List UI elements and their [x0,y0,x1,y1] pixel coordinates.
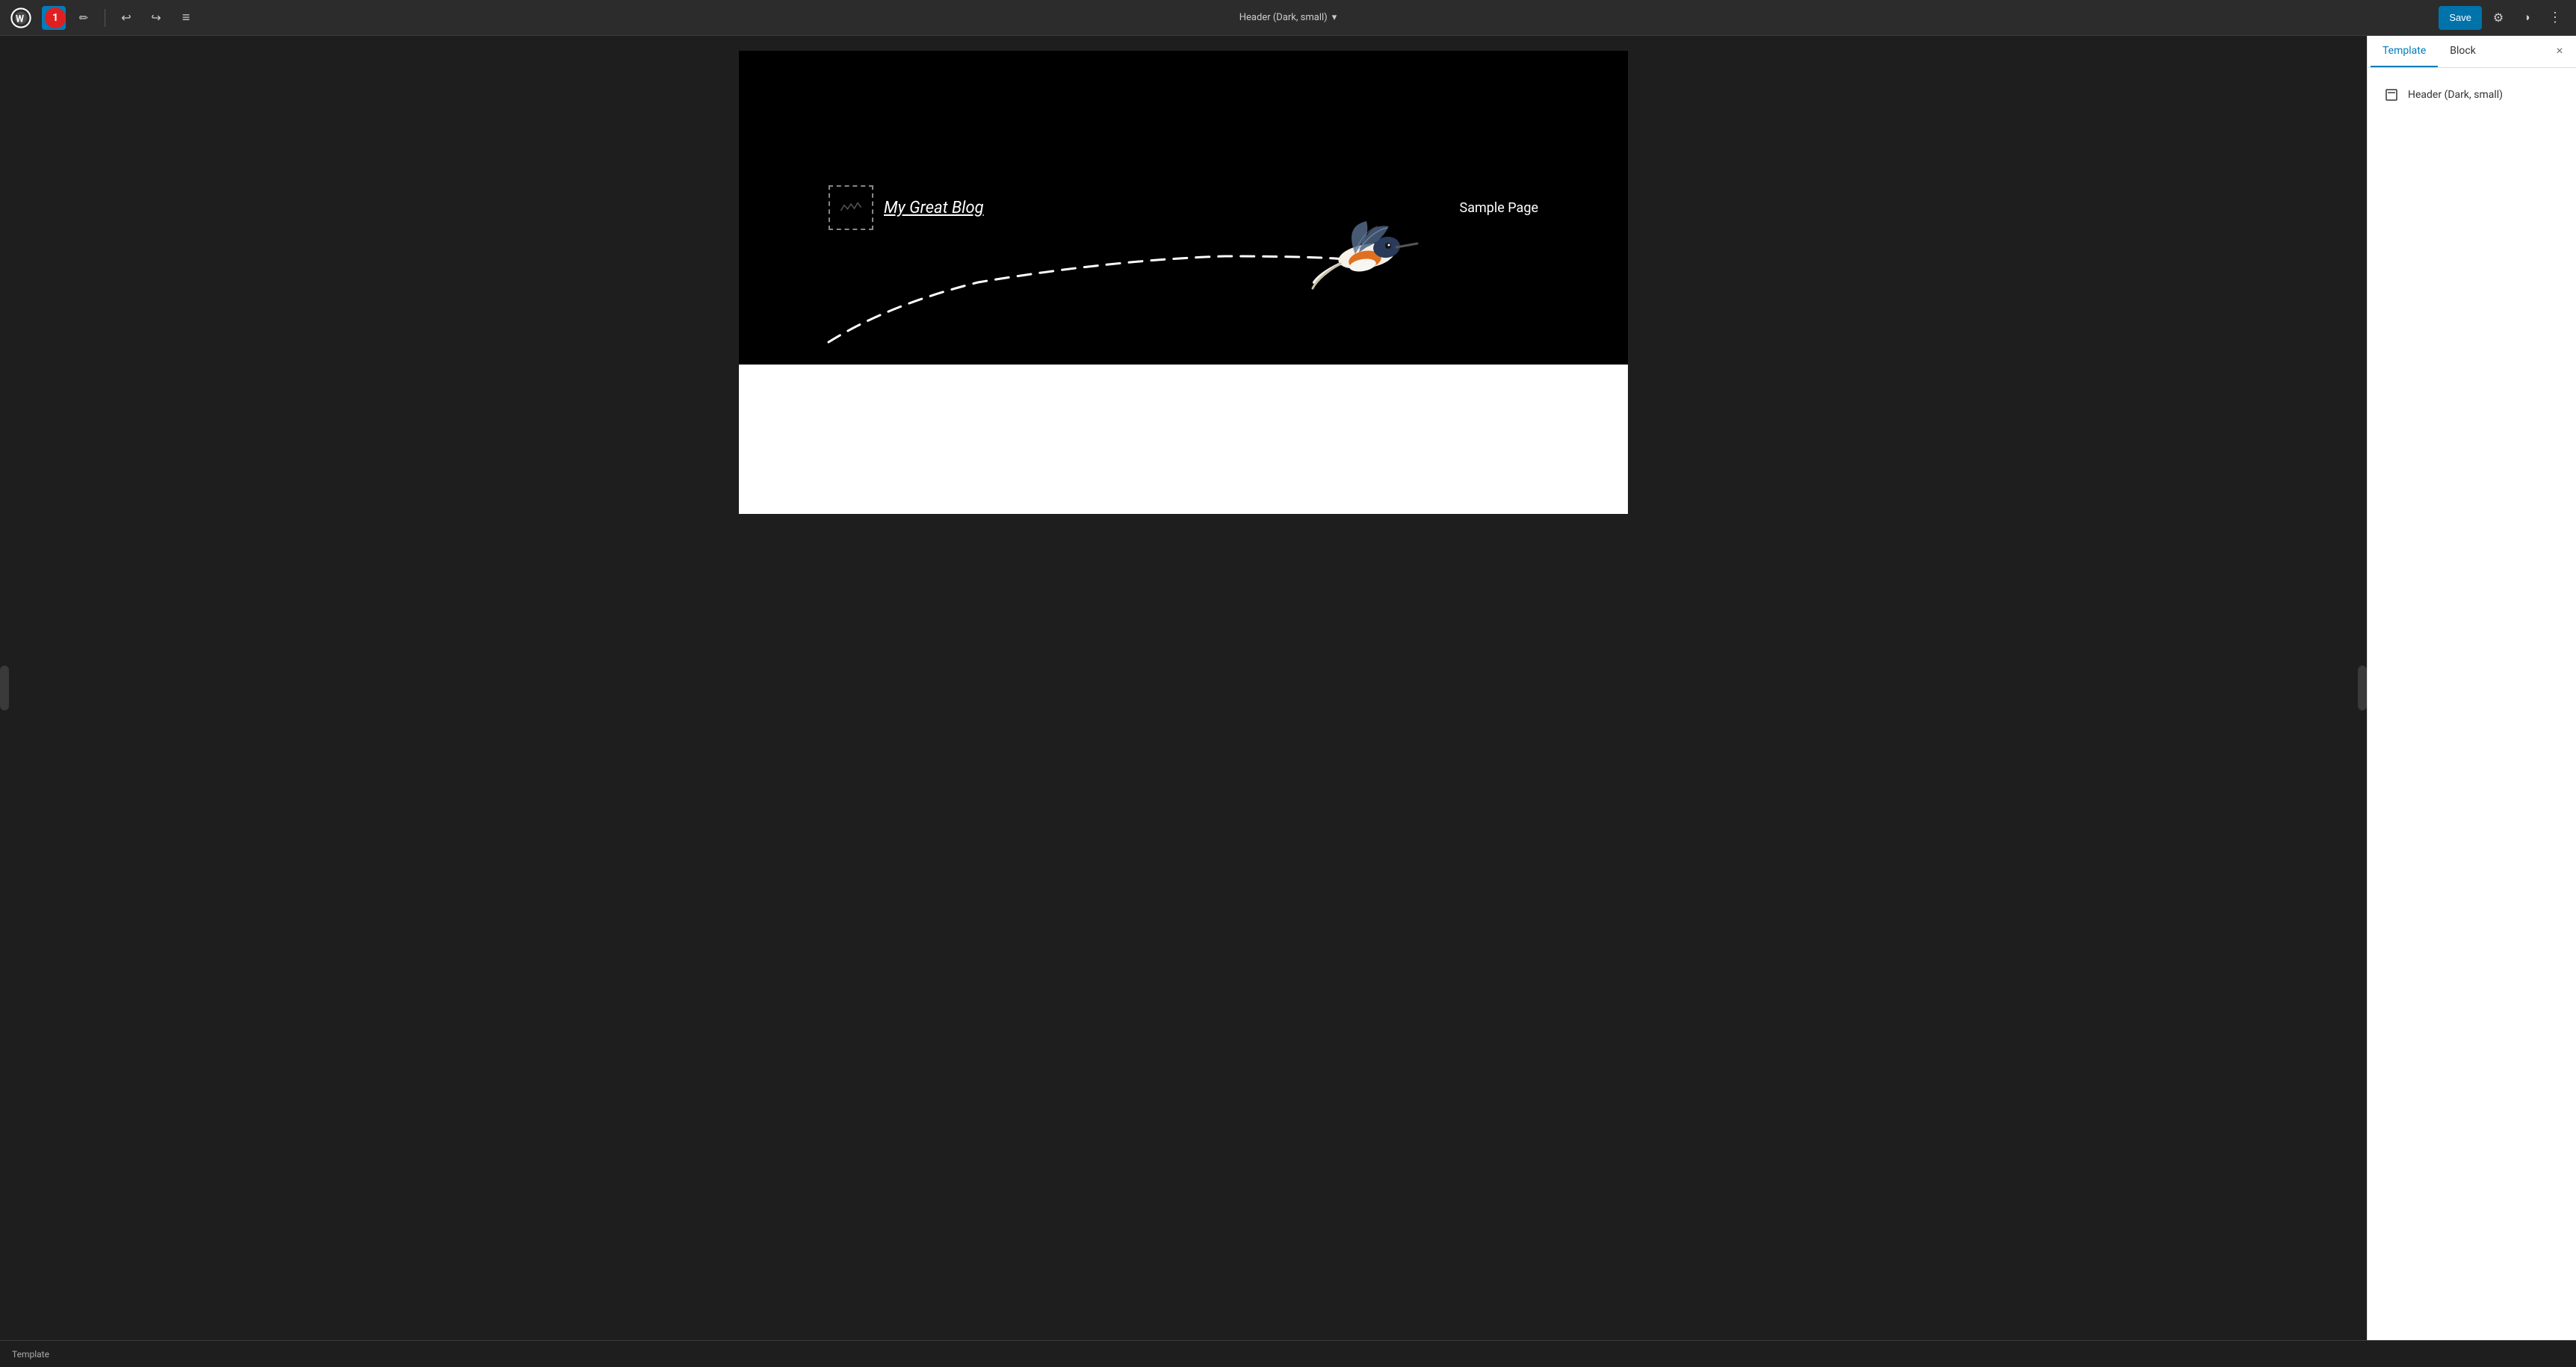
redo-button[interactable]: ↪ [144,6,168,30]
panel-content: Header (Dark, small) [2368,68,2576,1340]
undo-button[interactable]: ↩ [114,6,138,30]
logo-placeholder [829,185,873,230]
right-panel: Template Block × Header (Dark, small) [2367,36,2576,1340]
page-canvas: My Great Blog Sample Page [739,51,1628,514]
document-title-button[interactable]: Header (Dark, small) ▾ [1233,9,1343,26]
main-area: My Great Blog Sample Page [0,36,2576,1340]
body-section [739,365,1628,514]
canvas-wrapper: My Great Blog Sample Page [0,36,2367,1340]
logo-area: My Great Blog [829,185,984,230]
canvas-scroll-area: My Great Blog Sample Page [0,36,2367,1340]
template-item-label: Header (Dark, small) [2408,89,2503,101]
settings-button[interactable]: ⚙ [2486,6,2510,30]
save-button[interactable]: Save [2439,6,2482,30]
scroll-handle-right [2358,666,2367,710]
template-item-header[interactable]: Header (Dark, small) [2380,80,2564,110]
list-view-button[interactable]: ≡ [174,6,198,30]
more-options-button[interactable]: ⋮ [2543,6,2567,30]
tab-block[interactable]: Block [2438,36,2488,67]
panel-close-button[interactable]: × [2549,41,2570,62]
header-section: My Great Blog Sample Page [739,51,1628,365]
notification-badge: 1 [45,7,66,28]
nav-menu[interactable]: Sample Page [1460,200,1538,216]
wp-logo[interactable]: W [9,6,33,30]
bird-scene [739,111,1628,365]
template-item-icon [2383,86,2400,104]
contrast-button[interactable]: ◑ [2515,6,2539,30]
scroll-handle-left [0,666,9,710]
toolbar-right: Save ⚙ ◑ ⋮ [2439,6,2567,30]
panel-header: Template Block × [2368,36,2576,68]
blog-title[interactable]: My Great Blog [884,199,984,217]
status-bar: Template [0,1340,2576,1367]
dropdown-chevron-icon: ▾ [1332,12,1337,23]
document-title-label: Header (Dark, small) [1239,12,1328,23]
tab-template[interactable]: Template [2371,36,2438,67]
toolbar: W + ✏ ↩ ↪ ≡ 1 Header (Dark, small) ▾ Sav… [0,0,2576,36]
edit-tool-button[interactable]: ✏ [72,6,96,30]
status-label: Template [12,1349,49,1360]
svg-text:W: W [16,13,24,25]
